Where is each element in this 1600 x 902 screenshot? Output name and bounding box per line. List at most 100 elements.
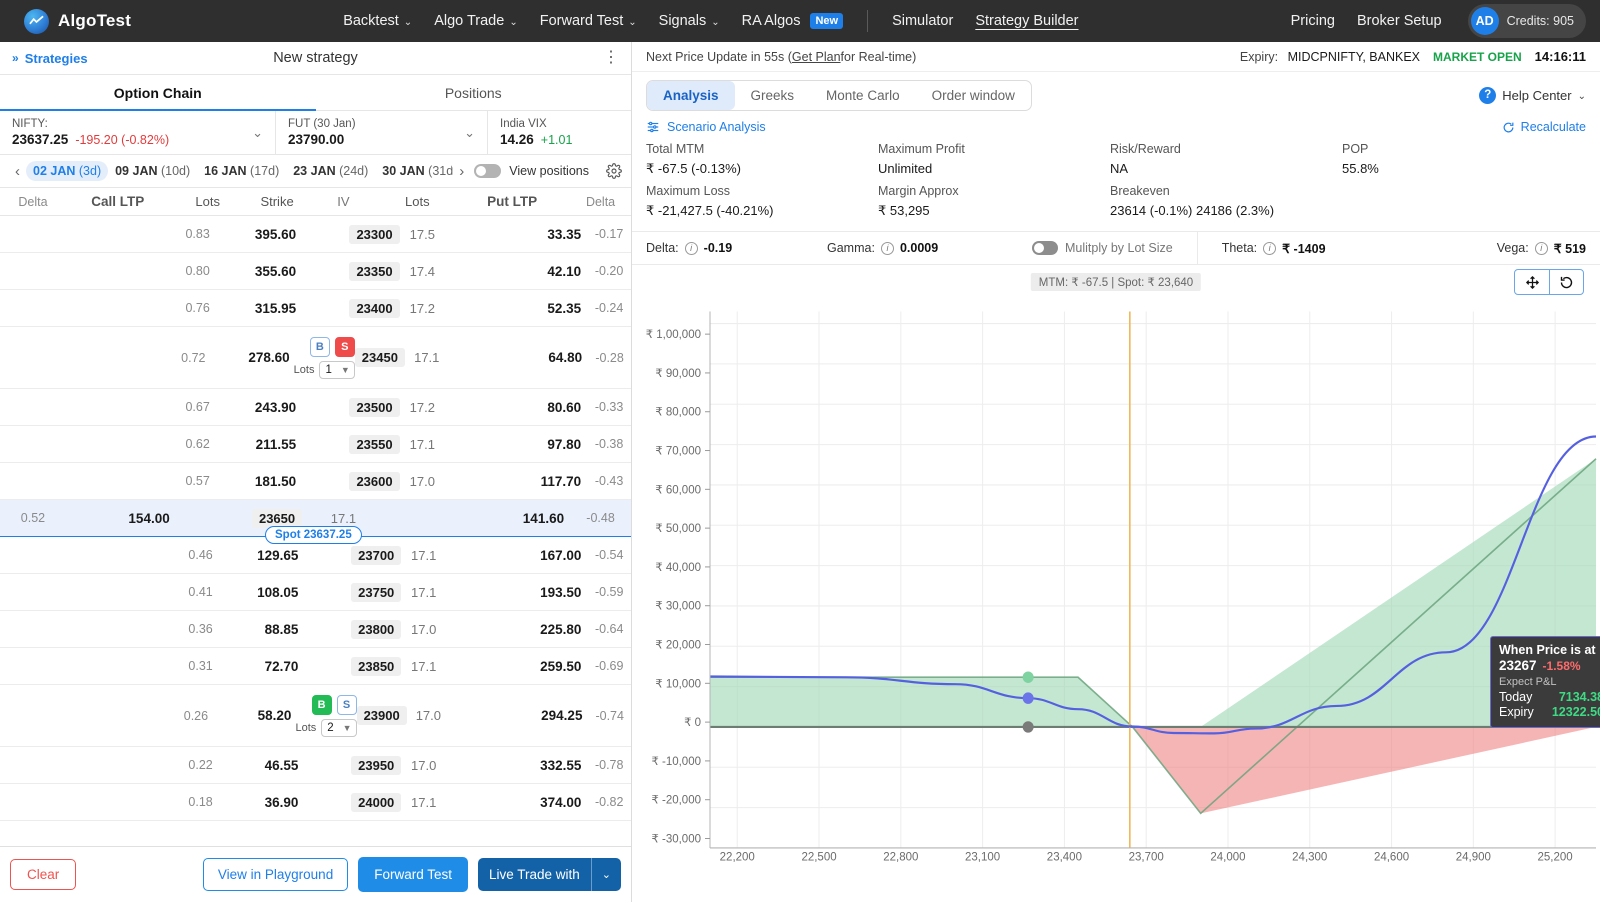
expiry-chip-1[interactable]: 09 JAN (10d) — [108, 161, 197, 181]
table-row[interactable]: 0.57 181.50 23600 17.0 117.70 -0.43 — [0, 463, 631, 500]
quote-nifty[interactable]: NIFTY: 23637.25 -195.20 (-0.82%) ⌄ — [0, 111, 276, 154]
tab-analysis[interactable]: Analysis — [647, 80, 735, 110]
quote-fut-value: 23790.00 — [288, 132, 345, 147]
chevron-down-icon[interactable]: ⌄ — [590, 858, 621, 891]
nav-broker-setup[interactable]: Broker Setup — [1357, 13, 1442, 29]
info-icon[interactable]: i — [1534, 241, 1548, 255]
page-title: New strategy — [273, 50, 358, 66]
table-row[interactable]: 0.67 243.90 23500 17.2 80.60 -0.33 — [0, 389, 631, 426]
stat-margin-approx-value: ₹ 53,295 — [878, 203, 930, 218]
tab-greeks[interactable]: Greeks — [735, 81, 811, 110]
sell-button[interactable]: S — [336, 694, 357, 715]
cell-iv: 17.1 — [330, 510, 357, 526]
table-row[interactable]: 0.52 154.00 23650 17.1 141.60 -0.48 Spot 23637… — [0, 500, 631, 544]
recalculate-button[interactable]: Recalculate — [1502, 120, 1586, 134]
expiry-chip-3[interactable]: 23 JAN (24d) — [286, 161, 375, 181]
buy-sell-buttons: BS — [311, 694, 357, 715]
expiry-days-4: (31d) — [428, 164, 454, 178]
chevron-down-icon[interactable]: ⌄ — [252, 125, 263, 141]
table-row[interactable]: 0.36 88.85 23800 17.0 225.80 -0.64 — [0, 611, 631, 648]
chevron-right-icon[interactable]: › — [453, 163, 470, 180]
buy-button[interactable]: B — [309, 336, 330, 357]
pan-icon[interactable] — [1515, 270, 1549, 294]
info-icon[interactable]: i — [684, 241, 698, 255]
cell-iv: 17.1 — [409, 436, 435, 452]
chevron-down-icon: ⌄ — [509, 16, 518, 28]
greek-delta-label: Delta: — [646, 241, 679, 255]
analysis-tabs-row: Analysis Greeks Monte Carlo Order window… — [632, 72, 1600, 118]
tab-positions[interactable]: Positions — [316, 75, 632, 110]
payoff-chart[interactable]: ₹ -30,000 ₹ -20,000 ₹ -10,000 ₹ 0 ₹ 10,000 ₹ … — [632, 299, 1600, 902]
lots-select[interactable]: 1 ▼ — [319, 360, 355, 379]
clear-button[interactable]: Clear — [10, 859, 77, 890]
nav-pricing[interactable]: Pricing — [1291, 13, 1335, 29]
account-credits-pill[interactable]: AD Credits: 905 — [1467, 4, 1586, 38]
table-row[interactable]: 0.41 108.05 23750 17.1 193.50 -0.59 — [0, 574, 631, 611]
expiry-chip-4[interactable]: 30 JAN (31d) — [375, 161, 453, 181]
cell-put-ltp: 97.80 — [547, 436, 582, 452]
tooltip-today-label: Today — [1499, 690, 1533, 704]
quote-fut[interactable]: FUT (30 Jan) 23790.00 ⌄ — [276, 111, 488, 154]
nav-algo-trade[interactable]: Algo Trade ⌄ — [434, 13, 518, 29]
live-trade-button[interactable]: Live Trade with ⌄ — [477, 858, 621, 891]
get-plan-link[interactable]: Get Plan — [792, 50, 841, 64]
more-options-icon[interactable]: ⋮ — [603, 50, 619, 66]
svg-text:₹ 10,000: ₹ 10,000 — [655, 678, 701, 690]
reset-zoom-icon[interactable] — [1549, 270, 1583, 294]
nav-divider — [867, 10, 869, 32]
strike-pill: 23900 — [356, 706, 407, 725]
table-row[interactable]: 0.80 355.60 23350 17.4 42.10 -0.20 — [0, 253, 631, 290]
tab-order-window[interactable]: Order window — [916, 81, 1031, 110]
chevron-left-icon[interactable]: ‹ — [9, 163, 26, 180]
cell-iv: 17.4 — [409, 263, 435, 279]
multiply-lot-size-toggle[interactable] — [1032, 241, 1058, 255]
cell-delta-call: 0.83 — [185, 227, 210, 241]
nav-forward-test[interactable]: Forward Test ⌄ — [540, 13, 637, 29]
table-row[interactable]: 0.18 36.90 24000 17.1 374.00 -0.82 — [0, 784, 631, 821]
table-row[interactable]: 0.72 278.60 B S Lots 1 ▼ 23450 17.1 64.80 -0.28 — [0, 327, 631, 389]
nav-signals[interactable]: Signals ⌄ — [659, 13, 720, 29]
option-chain-scroll[interactable]: 0.83 395.60 23300 17.5 33.35 -0.17 0.80 355.60 2… — [0, 216, 631, 902]
table-row[interactable]: 0.76 315.95 23400 17.2 52.35 -0.24 — [0, 290, 631, 327]
table-row[interactable]: 0.83 395.60 23300 17.5 33.35 -0.17 — [0, 216, 631, 253]
nav-ra-algos[interactable]: RA Algos New — [742, 13, 844, 29]
scenario-analysis-button[interactable]: Scenario Analysis — [646, 120, 766, 134]
cell-put-ltp: 42.10 — [547, 263, 582, 279]
expiry-date-4: 30 JAN — [382, 164, 425, 178]
nav-backtest[interactable]: Backtest ⌄ — [343, 13, 412, 29]
tab-option-chain[interactable]: Option Chain — [0, 75, 316, 111]
cell-iv: 17.0 — [411, 757, 437, 773]
expiry-chip-2[interactable]: 16 JAN (17d) — [197, 161, 286, 181]
buy-button[interactable]: B — [311, 694, 332, 715]
sell-button[interactable]: S — [334, 336, 355, 357]
expiry-days-0: (3d) — [78, 164, 102, 178]
nav-signals-label: Signals — [658, 13, 707, 29]
cell-put-ltp: 33.35 — [547, 226, 582, 242]
cell-iv: 17.0 — [409, 473, 435, 489]
table-row[interactable]: 0.62 211.55 23550 17.1 97.80 -0.38 — [0, 426, 631, 463]
forward-test-button[interactable]: Forward Test — [358, 857, 468, 892]
info-icon[interactable]: i — [1263, 241, 1277, 255]
cell-strike: 23750 — [351, 582, 402, 602]
gear-icon[interactable] — [606, 163, 622, 179]
table-row[interactable]: 0.22 46.55 23950 17.0 332.55 -0.78 — [0, 747, 631, 784]
info-icon[interactable]: i — [880, 241, 894, 255]
nav-simulator[interactable]: Simulator — [892, 13, 953, 29]
table-row[interactable]: 0.31 72.70 23850 17.1 259.50 -0.69 — [0, 648, 631, 685]
spot-line: Spot 23637.25 — [0, 526, 631, 544]
chevron-down-icon[interactable]: ⌄ — [464, 125, 475, 141]
multiply-lot-size-group[interactable]: Mulitply by Lot Size — [1032, 241, 1173, 255]
expiry-date-0: 02 JAN — [33, 164, 76, 178]
cell-delta-put: -0.17 — [594, 227, 624, 241]
brand-logo-group[interactable]: AlgoTest — [24, 8, 131, 34]
view-in-playground-button[interactable]: View in Playground — [202, 858, 349, 891]
svg-text:₹ -20,000: ₹ -20,000 — [651, 795, 701, 807]
tab-monte-carlo[interactable]: Monte Carlo — [810, 81, 916, 110]
expiry-chip-0[interactable]: 02 JAN (3d) — [26, 161, 109, 181]
lots-select[interactable]: 2 ▼ — [321, 718, 357, 737]
table-row[interactable]: 0.26 58.20 B S Lots 2 ▼ 23900 17.0 294.25 -0.74 — [0, 685, 631, 747]
view-positions-toggle[interactable] — [474, 164, 502, 178]
cell-delta-put: -0.74 — [595, 708, 624, 723]
help-center-button[interactable]: ? Help Center ⌄ — [1479, 86, 1586, 104]
nav-strategy-builder[interactable]: Strategy Builder — [975, 13, 1078, 29]
